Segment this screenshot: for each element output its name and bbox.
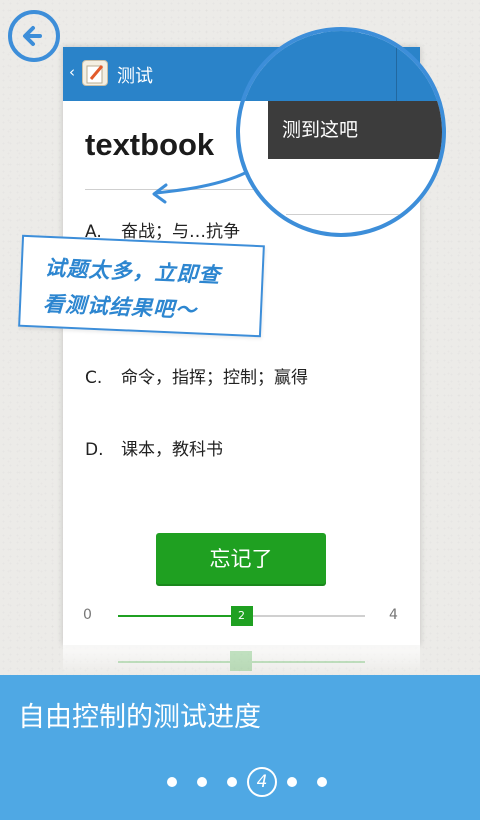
question-word: textbook [85, 127, 215, 162]
back-button[interactable] [8, 10, 60, 62]
magnified-app-bar [240, 31, 442, 101]
page-dot[interactable] [287, 777, 297, 787]
option-d[interactable]: D. 课本，教科书 [85, 435, 223, 460]
page-dot-active[interactable]: 4 [247, 767, 277, 797]
page-dot[interactable] [167, 777, 177, 787]
arrow-left-icon [23, 26, 42, 46]
forget-button[interactable]: 忘记了 [156, 533, 326, 586]
tip-note: 试题太多，立即查 看测试结果吧～ [18, 234, 265, 338]
page-dot[interactable] [197, 777, 207, 787]
bottom-banner: 自由控制的测试进度 4 [0, 675, 480, 820]
option-c[interactable]: C. 命令，指挥；控制；赢得 [85, 363, 308, 388]
menu-item-finish-test[interactable]: 测到这吧 [268, 101, 442, 159]
magnifier-callout: 测到这吧 [236, 27, 446, 237]
progress-thumb[interactable]: 2 [230, 606, 253, 626]
page-dot[interactable] [227, 777, 237, 787]
option-text: 课本，教科书 [121, 440, 223, 460]
option-text: 命令，指挥；控制；赢得 [121, 368, 308, 388]
tip-line-1: 试题太多，立即查 [44, 255, 222, 288]
tip-line-2: 看测试结果吧～ [42, 291, 198, 323]
option-letter: D. [85, 440, 104, 460]
pointer-arrow-icon [152, 171, 247, 204]
page-dot[interactable] [317, 777, 327, 787]
page-title: 测试 [117, 66, 153, 87]
progress-max: 4 [389, 607, 398, 623]
app-logo-icon [82, 60, 108, 86]
page-indicator: 4 [0, 767, 480, 797]
progress-min: 0 [83, 607, 92, 623]
option-letter: C. [85, 368, 103, 388]
divider [286, 214, 404, 215]
progress-fill [118, 615, 242, 617]
divider [396, 31, 397, 101]
back-chevron-icon[interactable]: ‹ [69, 63, 75, 81]
banner-caption: 自由控制的测试进度 [18, 702, 261, 733]
screen-reflection [63, 645, 420, 675]
